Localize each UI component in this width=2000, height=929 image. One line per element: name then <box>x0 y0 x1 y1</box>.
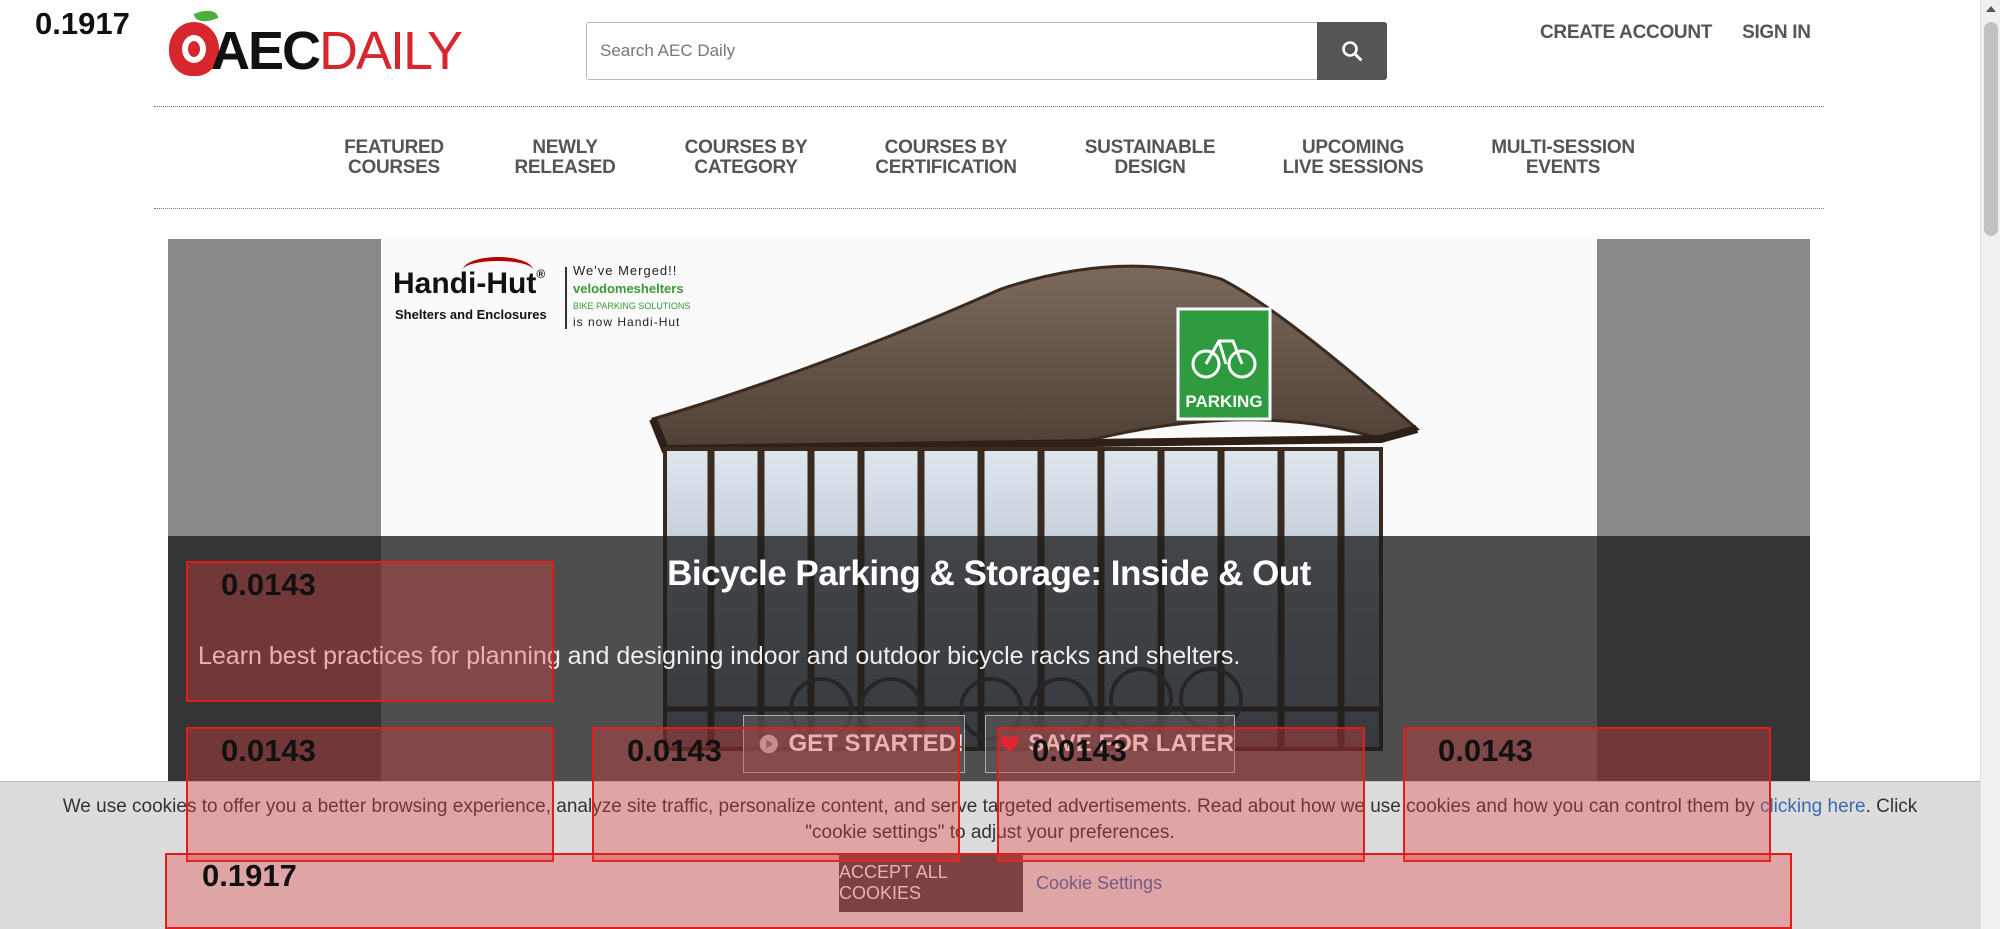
search-button[interactable] <box>1317 22 1387 80</box>
header-divider <box>154 106 1824 107</box>
search-input[interactable] <box>587 23 1318 79</box>
annotation-box: 0.0143 <box>997 727 1365 862</box>
search-bar <box>586 22 1387 80</box>
page-scrollbar[interactable] <box>1980 0 2000 929</box>
annotation-box: 0.0143 <box>186 727 554 862</box>
annotation-box: 0.0143 <box>1403 727 1771 862</box>
annotation-box: 0.0143 <box>592 727 960 862</box>
nav-upcoming-live-sessions[interactable]: UPCOMING LIVE SESSIONS <box>1283 138 1424 178</box>
cookie-policy-link[interactable]: clicking here <box>1760 796 1866 817</box>
annotation-box: 0.0143 <box>186 561 554 702</box>
logo-wordmark: AECDAILY <box>211 21 463 81</box>
overlay-score-top: 0.1917 <box>35 6 130 41</box>
nav-multi-session-events[interactable]: MULTI-SESSION EVENTS <box>1491 138 1635 178</box>
aecdaily-logo[interactable]: AECDAILY <box>165 6 465 86</box>
parking-sign-text: PARKING <box>1185 392 1262 411</box>
create-account-link[interactable]: CREATE ACCOUNT <box>1540 22 1712 44</box>
account-links: CREATE ACCOUNT SIGN IN <box>1540 22 1811 44</box>
nav-courses-by-category[interactable]: COURSES BY CATEGORY <box>685 138 808 178</box>
nav-divider <box>154 208 1824 209</box>
scroll-up-icon[interactable] <box>1986 6 1996 12</box>
nav-courses-by-certification[interactable]: COURSES BY CERTIFICATION <box>875 138 1017 178</box>
main-nav: FEATURED COURSES NEWLY RELEASED COURSES … <box>0 138 2000 188</box>
search-icon <box>1342 41 1362 61</box>
nav-sustainable-design[interactable]: SUSTAINABLE DESIGN <box>1085 138 1216 178</box>
scroll-thumb[interactable] <box>1984 22 1998 236</box>
nav-newly-released[interactable]: NEWLY RELEASED <box>514 138 615 178</box>
annotation-box: 0.1917 <box>165 853 1792 929</box>
nav-featured-courses[interactable]: FEATURED COURSES <box>344 138 444 178</box>
sign-in-link[interactable]: SIGN IN <box>1742 22 1811 44</box>
